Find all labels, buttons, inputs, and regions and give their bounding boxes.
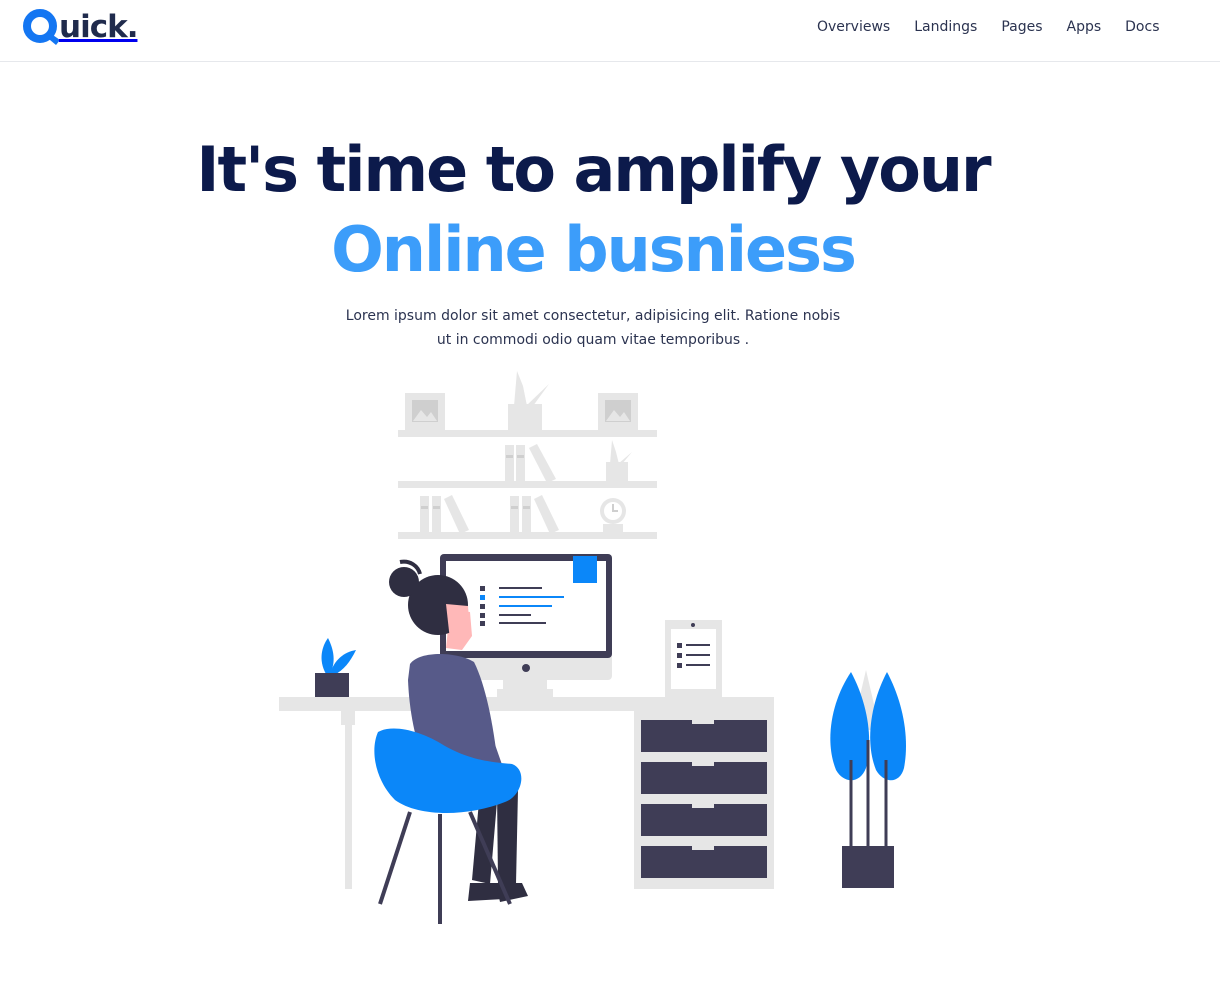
floor-plant-icon xyxy=(830,670,907,888)
woman-at-desk-illustration xyxy=(279,371,907,924)
picture-frame-icon xyxy=(598,393,638,430)
shelf-plant-icon xyxy=(606,440,632,481)
books-icon xyxy=(420,495,469,534)
books-icon xyxy=(510,495,559,534)
desk-plant-icon xyxy=(315,638,356,697)
desk-drawers xyxy=(634,711,774,889)
tablet-stand xyxy=(665,620,722,698)
books-icon xyxy=(505,444,556,483)
picture-frame-icon xyxy=(405,393,445,430)
clock-icon xyxy=(600,498,626,532)
shelf-plant-icon xyxy=(508,371,549,430)
